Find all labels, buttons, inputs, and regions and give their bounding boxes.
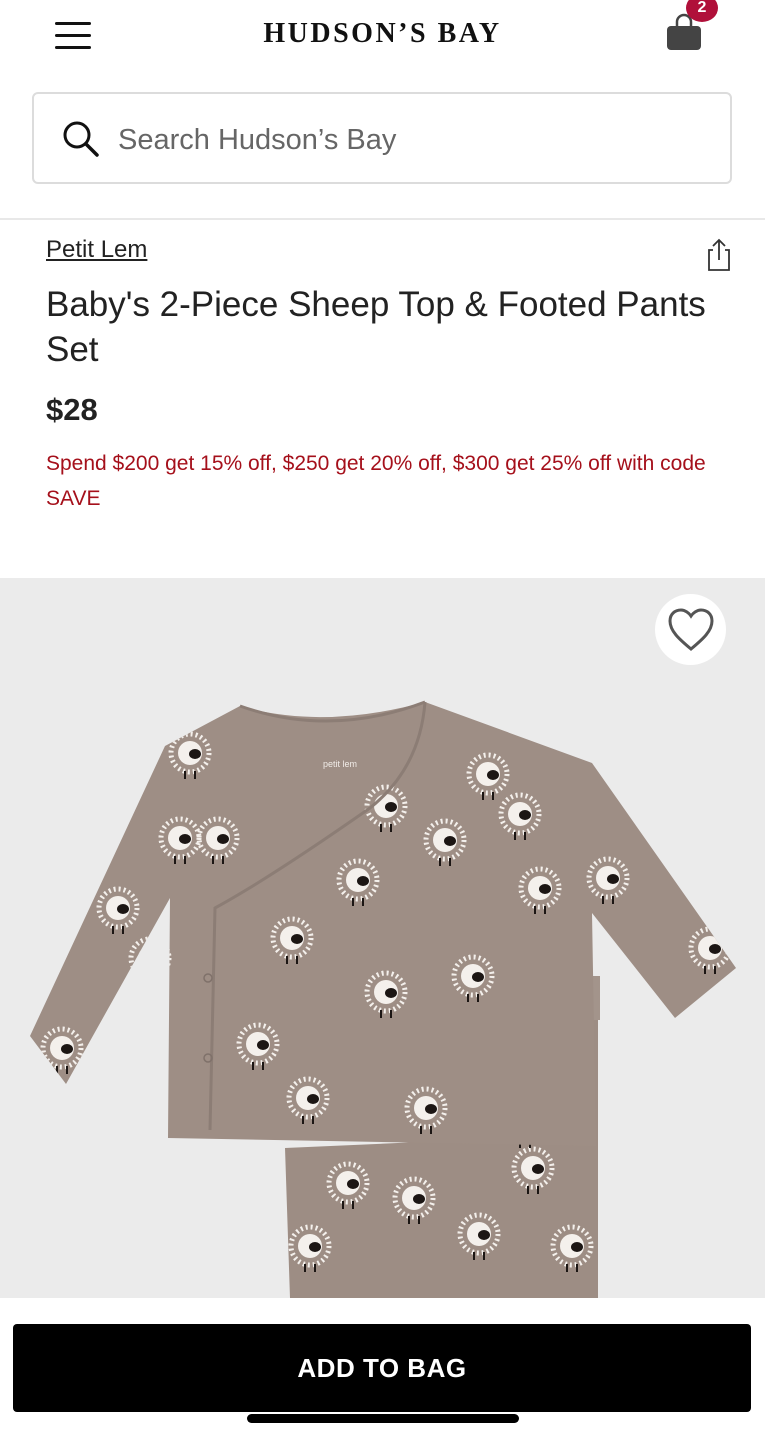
add-to-bag-button[interactable]: ADD TO BAG (13, 1324, 751, 1412)
search-bar[interactable] (32, 92, 732, 184)
product-brand-link[interactable]: Petit Lem (46, 236, 147, 264)
brand-logo[interactable]: HUDSON’S BAY (0, 18, 765, 50)
product-price: $28 (46, 392, 98, 427)
garment-label: petit lem (323, 759, 357, 769)
heart-icon (668, 608, 714, 651)
wishlist-button[interactable] (655, 594, 726, 665)
search-icon (63, 121, 99, 157)
search-input[interactable] (116, 112, 700, 168)
product-image-gallery[interactable]: petit lem (0, 578, 765, 1298)
home-indicator[interactable] (247, 1414, 519, 1423)
product-image[interactable]: petit lem (0, 578, 765, 1298)
product-title: Baby's 2-Piece Sheep Top & Footed Pants … (46, 285, 706, 369)
share-icon[interactable] (704, 238, 734, 272)
app-header: HUDSON’S BAY 2 (0, 0, 765, 220)
promo-text: Spend $200 get 15% off, $250 get 20% off… (46, 452, 706, 510)
bottom-action-bar: ADD TO BAG (0, 1298, 765, 1440)
